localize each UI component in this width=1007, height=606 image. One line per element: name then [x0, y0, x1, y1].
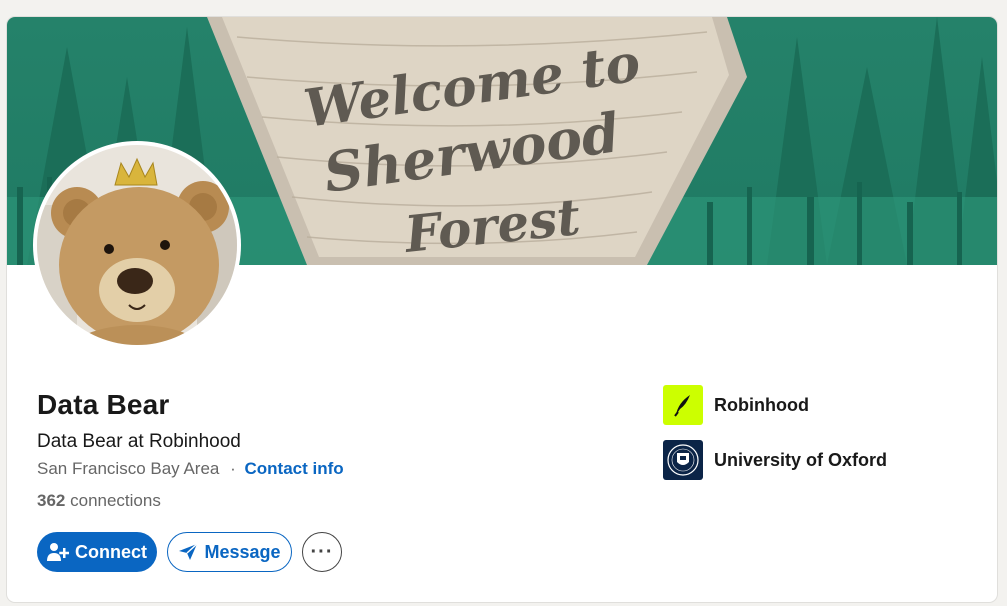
profile-actions: Connect Message ···: [37, 532, 342, 572]
org-robinhood[interactable]: Robinhood: [663, 385, 887, 425]
connect-label: Connect: [75, 541, 147, 562]
oxford-crest-icon: [663, 440, 703, 480]
profile-headline: Data Bear at Robinhood: [37, 431, 241, 452]
org-name-robinhood: Robinhood: [714, 394, 809, 415]
connections-count: 362: [37, 491, 66, 510]
contact-info-link[interactable]: Contact info: [245, 459, 344, 478]
profile-location: San Francisco Bay Area: [37, 459, 220, 478]
connect-button[interactable]: Connect: [37, 532, 157, 572]
message-button[interactable]: Message: [167, 532, 292, 572]
robinhood-feather-icon: [663, 385, 703, 425]
send-icon: [178, 543, 198, 561]
connections-label: connections: [70, 491, 161, 510]
profile-card: Welcome to Sherwood Forest Data Bear Dat…: [7, 17, 997, 602]
org-oxford[interactable]: University of Oxford: [663, 440, 887, 480]
profile-name: Data Bear: [37, 389, 170, 420]
more-options-button[interactable]: ···: [302, 532, 342, 572]
message-label: Message: [204, 541, 281, 562]
separator-dot: ·: [230, 459, 236, 478]
organizations-list: Robinhood University of Oxford: [663, 385, 887, 495]
connections-row[interactable]: 362 connections: [37, 491, 161, 511]
profile-avatar[interactable]: [37, 145, 237, 345]
org-name-oxford: University of Oxford: [714, 449, 888, 470]
add-person-icon: [47, 542, 69, 562]
more-icon: ···: [310, 540, 334, 563]
location-row: San Francisco Bay Area · Contact info: [37, 459, 344, 479]
